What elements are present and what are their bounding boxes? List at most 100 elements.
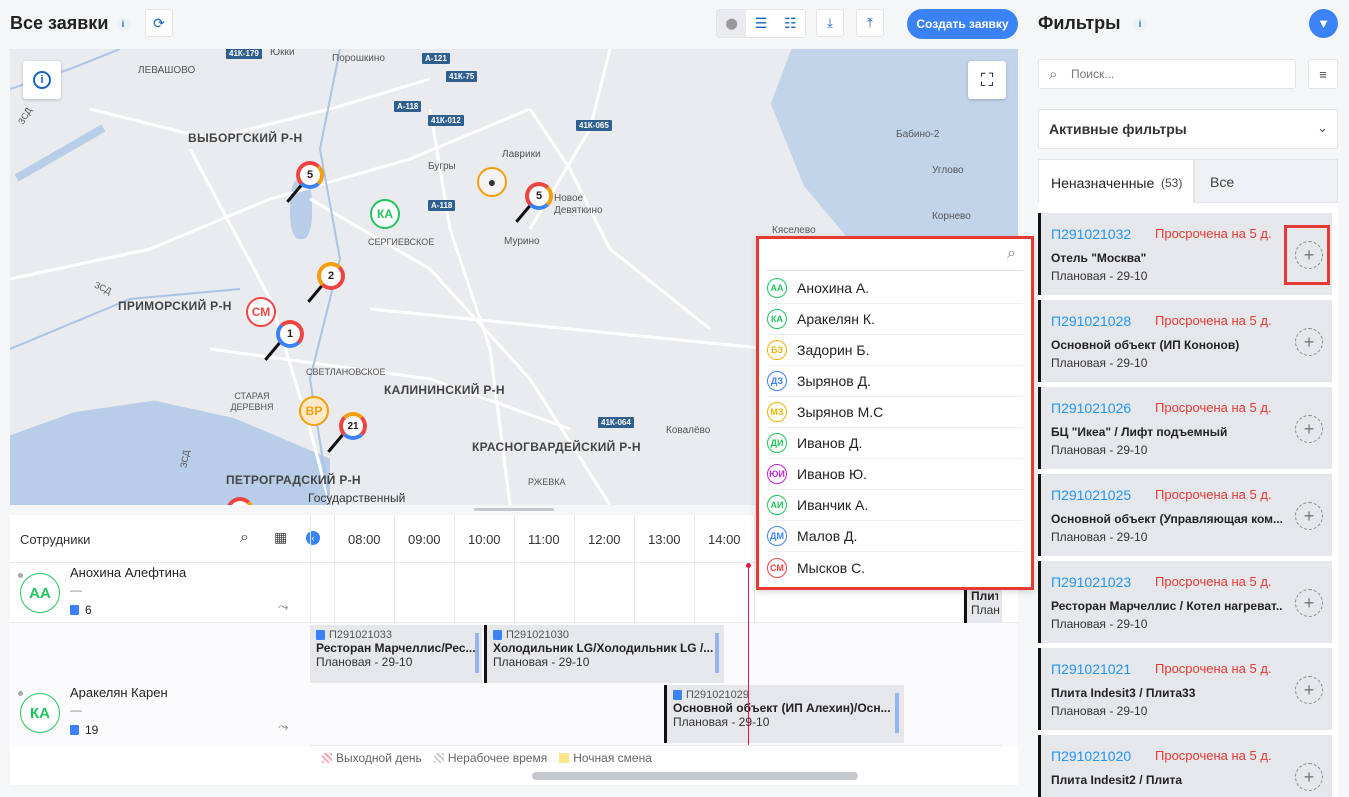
employee-name[interactable]: Аракелян Карен (70, 685, 168, 700)
download-button[interactable]: ⤓ (816, 9, 844, 37)
legend-swatch (433, 753, 444, 763)
create-request-button[interactable]: Создать заявку (907, 9, 1018, 39)
search-icon[interactable]: ⌕ (1007, 245, 1016, 263)
cluster-pin[interactable]: 2 (317, 262, 345, 290)
calendar-icon[interactable]: ▦ (274, 529, 287, 546)
assign-button[interactable]: + (1295, 328, 1323, 356)
district-label: ПЕТРОГРАДСКИЙ Р-Н (226, 473, 361, 487)
task-count-value: 19 (85, 723, 99, 737)
dropdown-item[interactable]: ДМ Малов Д. (767, 521, 1023, 552)
cluster-pin[interactable]: 21 (339, 412, 367, 440)
map-info-button[interactable]: i (23, 61, 61, 99)
request-number[interactable]: П291021032 (1051, 226, 1131, 242)
request-card[interactable]: П291021025 Просрочена на 5 д. Основной о… (1038, 474, 1332, 556)
tab-all[interactable]: Все (1194, 159, 1338, 203)
dropdown-item[interactable]: АА Анохина А. (767, 273, 1023, 304)
task-block[interactable]: П291021033 Ресторан Марчеллис/Рес... Пла… (310, 625, 482, 683)
task-number: П291021029 (686, 689, 749, 701)
employee-name: Анохина А. (797, 280, 870, 296)
fullscreen-button[interactable]: ⛶ (968, 61, 1006, 99)
cluster-pin[interactable]: 5 (296, 161, 324, 189)
request-card[interactable]: П291021028 Просрочена на 5 д. Основной о… (1038, 300, 1332, 382)
assign-employee-dropdown: ⌕ АА Анохина А. КА Аракелян К. БЗ Задорин Б… (756, 236, 1034, 590)
employee-name: Задорин Б. (797, 342, 870, 358)
search-icon[interactable]: ⌕ (240, 529, 249, 547)
employee-name: Зырянов М.С (797, 404, 884, 420)
dropdown-search-input[interactable] (767, 243, 1023, 271)
district-label: КАЛИНИНСКИЙ Р-Н (384, 383, 505, 397)
request-number[interactable]: П291021021 (1051, 661, 1131, 677)
dropdown-item[interactable]: ДЗ Зырянов Д. (767, 366, 1023, 397)
request-number[interactable]: П291021026 (1051, 400, 1131, 416)
hour-label: 13:00 (648, 532, 681, 547)
request-number[interactable]: П291021023 (1051, 574, 1131, 590)
overdue-label: Просрочена на 5 д. (1155, 748, 1272, 763)
page-title: Все заявки (10, 13, 109, 33)
place-label: Ржевка (528, 477, 566, 487)
avatar: АА (767, 278, 787, 298)
filter-button[interactable]: ▼ (1309, 9, 1338, 38)
task-subtitle: Плановая - 29-10 (493, 655, 590, 669)
cluster-pin[interactable]: 5 (525, 182, 553, 210)
task-subtitle: План (971, 603, 1000, 617)
horizontal-scrollbar[interactable] (532, 772, 858, 780)
active-filters-dropdown[interactable]: Активные фильтры ⌄ (1038, 109, 1338, 149)
dropdown-item[interactable]: МЗ Зырянов М.С (767, 397, 1023, 428)
task-resize-handle[interactable] (895, 693, 899, 733)
detail-list-view-button[interactable]: ☷ (776, 10, 805, 37)
request-card[interactable]: П291021026 Просрочена на 5 д. БЦ "Икеа" … (1038, 387, 1332, 469)
search-box: ⌕ (1038, 59, 1296, 89)
overdue-label: Просрочена на 5 д. (1155, 487, 1272, 502)
employee-map-pin[interactable]: СМ (246, 297, 276, 327)
task-title: Холодильник LG/Холодильник LG /... (493, 641, 714, 655)
request-number[interactable]: П291021020 (1051, 748, 1131, 764)
request-card[interactable]: П291021021 Просрочена на 5 д. Плита Inde… (1038, 648, 1332, 730)
assign-button[interactable]: + (1295, 415, 1323, 443)
task-resize-handle[interactable] (715, 633, 719, 673)
route-icon[interactable]: ⤳ (278, 599, 288, 615)
dropdown-item[interactable]: ЮИ Иванов Ю. (767, 459, 1023, 490)
sort-button[interactable]: ≡ (1308, 59, 1338, 89)
task-title: Основной объект (ИП Алехин)/Осн... (673, 701, 891, 715)
info-icon[interactable]: i (1133, 17, 1147, 31)
dropdown-item[interactable]: БЗ Задорин Б. (767, 335, 1023, 366)
dropdown-item[interactable]: СМ Мысков С. (767, 552, 1023, 583)
employees-header: Сотрудники (20, 532, 91, 547)
assign-button[interactable]: + (1295, 589, 1323, 617)
refresh-button[interactable]: ⟳ (145, 9, 173, 37)
request-subtitle: Плановая - 29-10 (1051, 530, 1148, 544)
chevron-left-icon[interactable]: ‹ (306, 531, 320, 545)
task-block[interactable]: П291021029 Основной объект (ИП Алехин)/О… (664, 685, 904, 743)
map-resize-handle[interactable] (474, 508, 554, 511)
assign-button[interactable]: + (1295, 502, 1323, 530)
employee-name[interactable]: Анохина Алефтина (70, 565, 186, 580)
task-block[interactable]: П291021030 Холодильник LG/Холодильник LG… (484, 625, 724, 683)
info-icon[interactable]: i (116, 17, 130, 31)
map-pin-view-button[interactable]: ⬤ (717, 10, 747, 37)
photo-map-pin[interactable]: ● (477, 167, 507, 197)
dropdown-item[interactable]: ДИ Иванов Д. (767, 428, 1023, 459)
list-view-button[interactable]: ☰ (746, 10, 775, 37)
assign-button[interactable]: + (1295, 676, 1323, 704)
assign-button[interactable]: + (1295, 763, 1323, 791)
dropdown-item[interactable]: КА Аракелян К. (767, 304, 1023, 335)
employee-map-pin[interactable]: ВР (299, 396, 329, 426)
avatar[interactable]: АА (20, 573, 60, 613)
tab-unassigned[interactable]: Неназначенные (53) (1038, 159, 1194, 203)
employee-name: Иванов Ю. (797, 466, 868, 482)
cluster-pin[interactable]: 1 (276, 320, 304, 348)
employee-name: Зырянов Д. (797, 373, 871, 389)
overdue-label: Просрочена на 5 д. (1155, 661, 1272, 676)
route-icon[interactable]: ⤳ (278, 719, 288, 735)
avatar[interactable]: КА (20, 693, 60, 733)
request-number[interactable]: П291021025 (1051, 487, 1131, 503)
upload-button[interactable]: ⤒ (856, 9, 884, 37)
task-resize-handle[interactable] (475, 633, 479, 673)
search-input[interactable] (1071, 64, 1281, 84)
request-number[interactable]: П291021028 (1051, 313, 1131, 329)
funnel-icon: ▼ (1317, 16, 1330, 31)
employee-map-pin[interactable]: КА (370, 199, 400, 229)
dropdown-item[interactable]: АИ Иванчик А. (767, 490, 1023, 521)
request-card[interactable]: П291021023 Просрочена на 5 д. Ресторан М… (1038, 561, 1332, 643)
request-card[interactable]: П291021020 Просрочена на 5 д. Плита Inde… (1038, 735, 1332, 797)
